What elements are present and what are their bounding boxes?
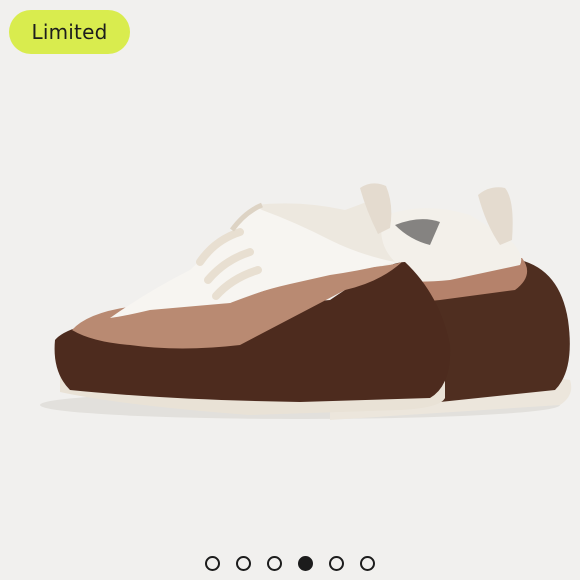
pagination-dot-6[interactable] [360,555,375,571]
limited-badge: Limited [9,10,130,54]
limited-badge-label: Limited [31,20,108,44]
pagination-dot-2[interactable] [236,555,251,571]
sneaker-pair-photo [40,183,572,420]
pagination-dot-1[interactable] [205,555,220,571]
pagination-dot-3[interactable] [267,555,282,571]
product-image-viewer[interactable]: Limited [0,0,580,580]
carousel-pagination [0,552,580,574]
pagination-dot-5[interactable] [329,555,344,571]
pagination-dot-4[interactable] [298,555,313,571]
front-shoe [54,183,451,415]
